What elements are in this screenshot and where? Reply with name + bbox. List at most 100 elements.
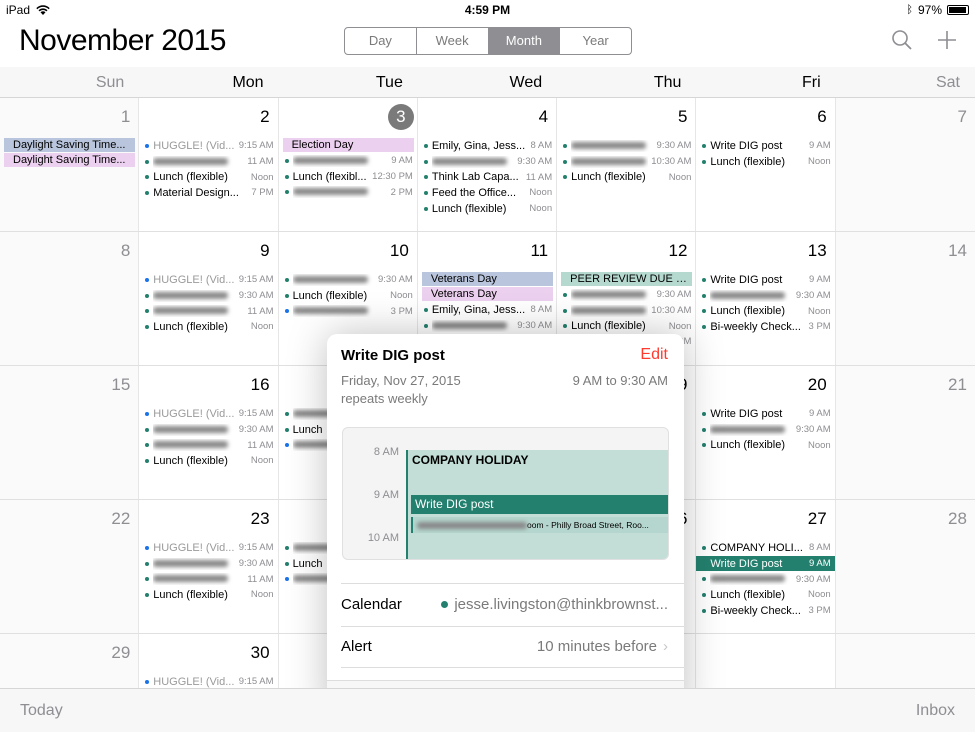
calendar-event[interactable]: 9:30 AM	[696, 288, 834, 304]
alert-row[interactable]: Alert 10 minutes before ›	[341, 638, 668, 655]
calendar-event[interactable]: Write DIG post 9 AM	[696, 406, 834, 422]
calendar-event[interactable]: HUGGLE! (Vid... 9:15 AM	[139, 406, 277, 422]
calendar-dot-icon	[702, 562, 706, 566]
calendar-event[interactable]: 9 AM	[279, 153, 417, 169]
calendar-event[interactable]: Write DIG post 9 AM	[696, 555, 835, 572]
calendar-row[interactable]: Calendar jesse.livingston@thinkbrownst..…	[341, 596, 668, 613]
calendar-event[interactable]: Daylight Saving Time...	[4, 138, 136, 152]
calendar-event[interactable]: Daylight Saving Time...	[4, 153, 136, 167]
calendar-event[interactable]: Lunch (flexible) Noon	[557, 169, 695, 185]
inbox-button[interactable]: Inbox	[916, 702, 955, 720]
calendar-event[interactable]: Lunch (flexible) Noon	[557, 318, 695, 334]
calendar-event[interactable]: Bi-weekly Check... 3 PM	[696, 603, 834, 619]
calendar-event[interactable]: COMPANY HOLI... 8 AM	[696, 540, 834, 556]
calendar-event[interactable]: 9:30 AM	[418, 318, 556, 334]
day-cell[interactable]	[835, 634, 975, 688]
calendar-event[interactable]: Lunch (flexible) Noon	[696, 154, 834, 170]
day-cell[interactable]: 21	[835, 366, 975, 499]
calendar-event[interactable]: Lunch (flexibl... 12:30 PM	[279, 169, 417, 185]
calendar-event[interactable]: HUGGLE! (Vid... 9:15 AM	[139, 540, 277, 556]
calendar-event[interactable]: 9:30 AM	[139, 288, 277, 304]
event-title: Write DIG post	[710, 557, 783, 570]
segment-year[interactable]: Year	[560, 28, 631, 54]
calendar-event[interactable]: 9:30 AM	[139, 422, 277, 438]
calendar-event[interactable]: 10:30 AM	[557, 303, 695, 319]
calendar-event[interactable]: Lunch (flexible) Noon	[696, 303, 834, 319]
segment-week[interactable]: Week	[417, 28, 489, 54]
plus-icon[interactable]	[935, 28, 959, 52]
day-cell[interactable]: 5 9:30 AM 10:30 AM Lunch (flexible) Noon	[557, 98, 697, 231]
event-time: Noon	[807, 439, 831, 451]
calendar-value: jesse.livingston@thinkbrownst...	[454, 596, 668, 613]
day-cell[interactable]: 3 Election Day 9 AM Lunch (flexibl... 12:30 …	[279, 98, 418, 231]
calendar-event[interactable]: Lunch (flexible) Noon	[418, 201, 556, 217]
day-cell[interactable]: 13 Write DIG post 9 AM 9:30 AM Lunch (flexib…	[696, 232, 836, 365]
calendar-event[interactable]: Lunch (flexible) Noon	[696, 437, 834, 453]
calendar-event[interactable]: Lunch (flexible) Noon	[139, 319, 277, 335]
calendar-event[interactable]: Write DIG post 9 AM	[696, 138, 834, 154]
day-cell[interactable]: 14	[835, 232, 975, 365]
day-cell[interactable]: 7	[835, 98, 975, 231]
day-cell[interactable]: 30HUGGLE! (Vid...9:15 AMDaily St...9:30 …	[139, 634, 279, 688]
day-cell[interactable]: 16 HUGGLE! (Vid... 9:15 AM 9:30 AM 11 AM Lunc…	[139, 366, 279, 499]
header: November 2015 Day Week Month Year	[0, 20, 975, 67]
calendar-event[interactable]: Election Day	[282, 138, 414, 152]
day-cell[interactable]: 8	[0, 232, 140, 365]
calendar-dot-icon	[145, 143, 150, 148]
calendar-event[interactable]: 11 AM	[139, 571, 277, 587]
event-time: Noon	[668, 171, 692, 183]
day-cell[interactable]: 9 HUGGLE! (Vid... 9:15 AM 9:30 AM 11 AM Lunch…	[139, 232, 279, 365]
day-cell[interactable]: 20 Write DIG post 9 AM 9:30 AM Lunch (flexib…	[696, 366, 836, 499]
calendar-event[interactable]: 9:30 AM	[696, 571, 834, 587]
calendar-event[interactable]: Lunch (flexible) Noon	[139, 587, 277, 603]
calendar-event[interactable]: 9:30 AM	[696, 422, 834, 438]
day-cell[interactable]: 4 Emily, Gina, Jess... 8 AM 9:30 AM Think La…	[418, 98, 558, 231]
edit-button[interactable]: Edit	[640, 346, 668, 364]
day-cell[interactable]	[696, 634, 836, 688]
day-cell[interactable]: 2 HUGGLE! (Vid... 9:15 AM 11 AM Lunch (flexi…	[139, 98, 279, 231]
calendar-event[interactable]: PEER REVIEW DUE M...	[561, 272, 693, 286]
calendar-event[interactable]: Emily, Gina, Jess... 8 AM	[418, 302, 556, 318]
calendar-event[interactable]: Lunch (flexible) Noon	[139, 169, 277, 185]
calendar-event[interactable]: Lunch (flexible) Noon	[279, 288, 417, 304]
calendar-event[interactable]: 9:30 AM	[279, 272, 417, 288]
calendar-event[interactable]: 9:30 AM	[418, 154, 556, 170]
calendar-event[interactable]: Material Design... 7 PM	[139, 185, 277, 201]
day-number: 15	[111, 375, 131, 394]
event-title: Daylight Saving Time...	[13, 154, 126, 166]
segment-day[interactable]: Day	[345, 28, 417, 54]
calendar-event[interactable]: Feed the Office... Noon	[418, 185, 556, 201]
day-cell[interactable]: 15	[0, 366, 140, 499]
calendar-event[interactable]: Lunch (flexible) Noon	[139, 453, 277, 469]
day-cell[interactable]: 6 Write DIG post 9 AM Lunch (flexible) Noon	[696, 98, 836, 231]
calendar-event[interactable]: Think Lab Capa... 11 AM	[418, 169, 556, 185]
calendar-event[interactable]: 9:30 AM	[557, 287, 695, 303]
calendar-event[interactable]: HUGGLE! (Vid... 9:15 AM	[139, 674, 277, 688]
calendar-event[interactable]: Write DIG post 9 AM	[696, 272, 834, 288]
calendar-event[interactable]: 11 AM	[139, 437, 277, 453]
day-cell[interactable]: 27 COMPANY HOLI... 8 AM Write DIG post 9 AM 9…	[696, 500, 836, 633]
calendar-event[interactable]: 10:30 AM	[557, 154, 695, 170]
calendar-event[interactable]: HUGGLE! (Vid... 9:15 AM	[139, 272, 277, 288]
calendar-event[interactable]: Veterans Day	[421, 287, 554, 301]
calendar-event[interactable]: 2 PM	[279, 184, 417, 200]
day-cell[interactable]: 23 HUGGLE! (Vid... 9:15 AM 9:30 AM 11 AM Lunc…	[139, 500, 279, 633]
calendar-event[interactable]: 9:30 AM	[557, 138, 695, 154]
day-cell[interactable]: 1 Daylight Saving Time... Daylight Saving …	[0, 98, 140, 231]
day-cell[interactable]: 29	[0, 634, 140, 688]
calendar-event[interactable]: HUGGLE! (Vid... 9:15 AM	[139, 138, 277, 154]
calendar-dot-icon	[702, 293, 707, 298]
day-cell[interactable]: 22	[0, 500, 140, 633]
day-cell[interactable]: 28	[835, 500, 975, 633]
calendar-event[interactable]: Bi-weekly Check... 3 PM	[696, 319, 834, 335]
calendar-event[interactable]: Emily, Gina, Jess... 8 AM	[418, 138, 556, 154]
calendar-event[interactable]: 11 AM	[139, 154, 277, 170]
search-icon[interactable]	[890, 28, 914, 52]
calendar-event[interactable]: Lunch (flexible) Noon	[696, 587, 834, 603]
calendar-event[interactable]: 3 PM	[279, 303, 417, 319]
calendar-event[interactable]: Veterans Day	[421, 272, 554, 286]
calendar-event[interactable]: 9:30 AM	[139, 556, 277, 572]
calendar-event[interactable]: 11 AM	[139, 303, 277, 319]
segment-month[interactable]: Month	[488, 28, 561, 54]
today-button[interactable]: Today	[20, 702, 63, 720]
